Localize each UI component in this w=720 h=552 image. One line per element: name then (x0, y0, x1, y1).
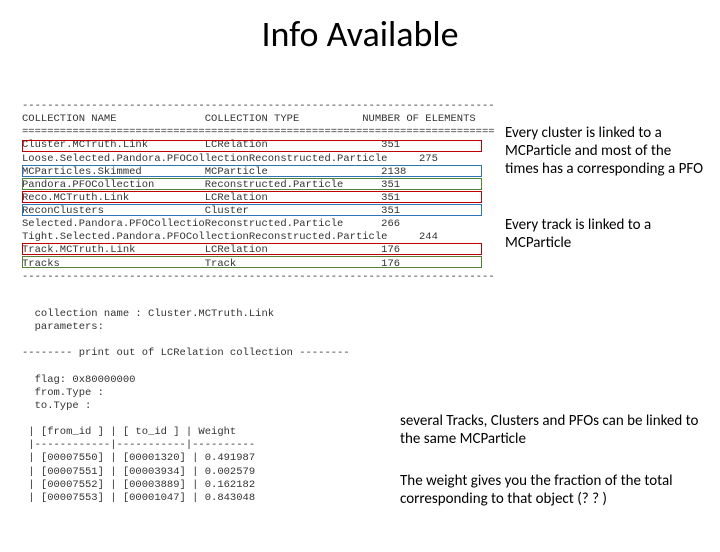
note-track: Every track is linked to a MCParticle (505, 216, 705, 252)
note-links: several Tracks, Clusters and PFOs can be… (400, 412, 700, 448)
relation-printout: collection name : Cluster.MCTruth.Link p… (22, 308, 350, 505)
collection-table: ----------------------------------------… (22, 100, 495, 284)
note-cluster: Every cluster is linked to a MCParticle … (505, 124, 705, 178)
note-weight: The weight gives you the fraction of the… (400, 472, 700, 508)
page-title: Info Available (0, 12, 720, 56)
